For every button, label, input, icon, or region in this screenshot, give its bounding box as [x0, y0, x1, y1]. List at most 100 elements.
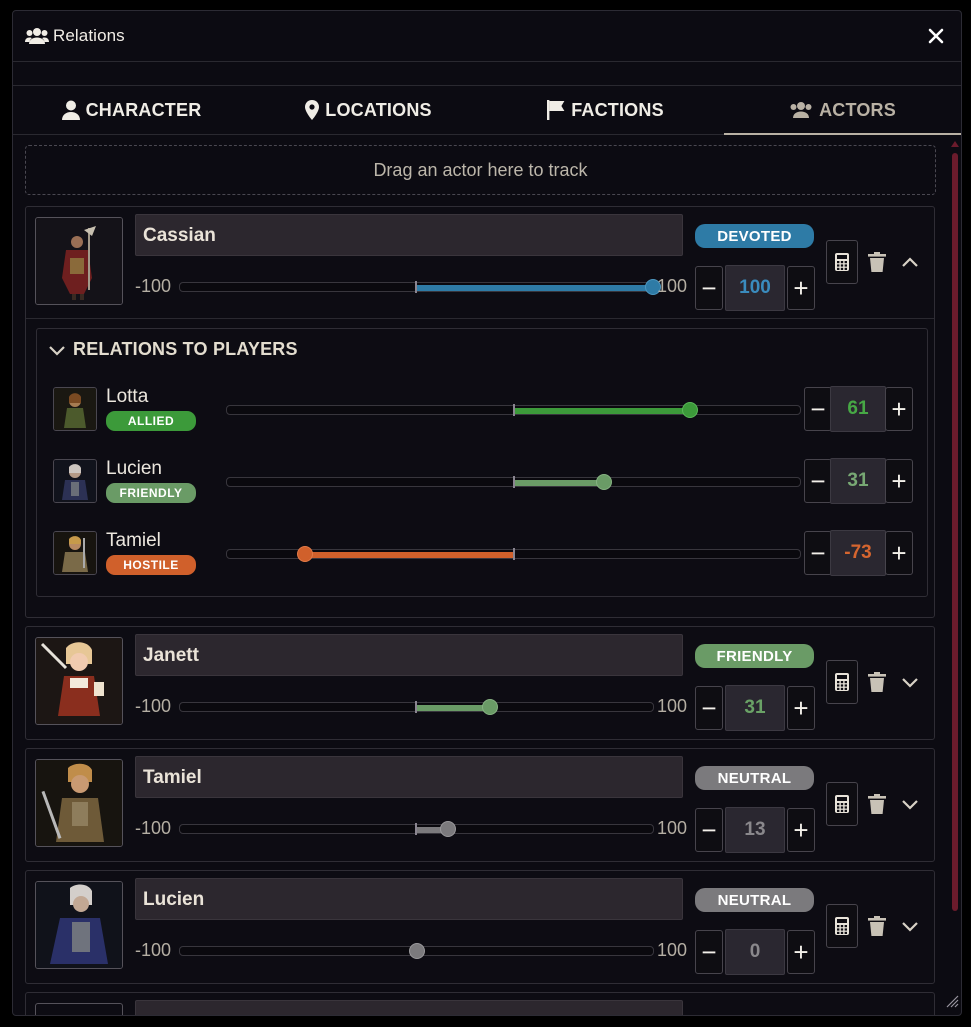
decrement-button[interactable]: − [695, 930, 723, 974]
slider-center-tick [513, 476, 515, 488]
actor-portrait[interactable] [35, 637, 123, 725]
actor-name-field[interactable]: Janett [135, 634, 683, 676]
decrement-button[interactable]: − [695, 266, 723, 310]
trash-icon[interactable] [866, 915, 888, 937]
range-max-label: 100 [657, 696, 688, 716]
decrement-button[interactable]: − [695, 686, 723, 730]
decrement-button[interactable]: − [804, 531, 832, 575]
player-relation-row: Lotta ALLIED − 61 + [53, 384, 913, 436]
relation-slider[interactable] [179, 279, 661, 295]
chevron-up-icon[interactable] [898, 251, 922, 273]
player-portrait[interactable] [53, 531, 97, 575]
actor-card-lucien: Lucien NEUTRAL -100 100 − 0 + [25, 870, 935, 984]
slider-handle[interactable] [440, 821, 456, 837]
increment-button[interactable]: + [885, 531, 913, 575]
actor-name-field[interactable]: Lucien [135, 878, 683, 920]
slider-fill [304, 552, 514, 558]
player-name: Tamiel [106, 530, 161, 551]
player-name: Lotta [106, 386, 149, 407]
slider-fill [514, 480, 603, 486]
player-status-badge: HOSTILE [106, 555, 196, 575]
chevron-down-icon[interactable] [898, 671, 922, 693]
increment-button[interactable]: + [787, 266, 815, 310]
chevron-down-icon[interactable] [898, 793, 922, 815]
tab-locations[interactable]: LOCATIONS [250, 86, 487, 134]
increment-button[interactable]: + [787, 930, 815, 974]
relation-slider[interactable] [179, 821, 654, 837]
status-badge: NEUTRAL [695, 888, 814, 912]
relation-value-input[interactable]: 0 [725, 929, 785, 975]
scroll-up-arrow-icon[interactable] [951, 141, 959, 147]
calculator-icon[interactable] [826, 660, 858, 704]
trash-icon[interactable] [866, 251, 888, 273]
actor-card-tamiel: Tamiel NEUTRAL -100 100 − 13 + [25, 748, 935, 862]
range-min-label: -100 [135, 696, 172, 716]
actor-drop-zone[interactable]: Drag an actor here to track [25, 145, 936, 195]
player-portrait[interactable] [53, 387, 97, 431]
trash-icon[interactable] [866, 793, 888, 815]
player-relation-slider[interactable] [226, 402, 801, 418]
tab-actors[interactable]: ACTORS [724, 86, 961, 135]
relation-slider[interactable] [179, 699, 654, 715]
tab-factions-label: FACTIONS [571, 99, 664, 120]
increment-button[interactable]: + [787, 808, 815, 852]
actor-name-field[interactable] [135, 1000, 683, 1015]
actor-card-cassian: Cassian DEVOTED -100 100 − 100 + RELATIO… [25, 206, 935, 618]
relations-section-title: RELATIONS TO PLAYERS [73, 339, 298, 359]
relation-value-input[interactable]: 13 [725, 807, 785, 853]
slider-center-tick [415, 701, 417, 713]
actor-portrait[interactable] [35, 881, 123, 969]
player-relation-row: Lucien FRIENDLY − 31 + [53, 456, 913, 508]
calculator-icon[interactable] [826, 240, 858, 284]
scrollbar-thumb[interactable] [952, 153, 958, 911]
increment-button[interactable]: + [885, 387, 913, 431]
slider-handle[interactable] [482, 699, 498, 715]
trash-icon[interactable] [866, 671, 888, 693]
player-relation-value[interactable]: 61 [830, 386, 886, 432]
player-relation-row: Tamiel HOSTILE − -73 + [53, 528, 913, 580]
actor-name-field[interactable]: Tamiel [135, 756, 683, 798]
range-min-label: -100 [135, 818, 172, 838]
tab-character[interactable]: CHARACTER [13, 86, 250, 134]
player-relation-value[interactable]: -73 [830, 530, 886, 576]
actor-portrait[interactable] [35, 1003, 123, 1015]
decrement-button[interactable]: − [695, 808, 723, 852]
tab-factions[interactable]: FACTIONS [487, 86, 724, 134]
slider-handle[interactable] [409, 943, 425, 959]
increment-button[interactable]: + [885, 459, 913, 503]
slider-handle[interactable] [682, 402, 698, 418]
player-relation-slider[interactable] [226, 546, 801, 562]
status-badge: FRIENDLY [695, 644, 814, 668]
actor-portrait[interactable] [35, 217, 123, 305]
status-badge: NEUTRAL [695, 766, 814, 790]
slider-handle[interactable] [596, 474, 612, 490]
status-badge: DEVOTED [695, 224, 814, 248]
title-bar[interactable]: Relations [13, 11, 961, 62]
calculator-icon[interactable] [826, 904, 858, 948]
relation-slider[interactable] [179, 943, 654, 959]
relations-section-header[interactable]: RELATIONS TO PLAYERS [47, 339, 298, 360]
increment-button[interactable]: + [787, 686, 815, 730]
calculator-icon[interactable] [826, 782, 858, 826]
chevron-down-icon[interactable] [898, 915, 922, 937]
slider-fill [416, 705, 489, 711]
slider-center-tick [415, 281, 417, 293]
player-relation-value[interactable]: 31 [830, 458, 886, 504]
relation-value-input[interactable]: 31 [725, 685, 785, 731]
close-icon[interactable] [925, 25, 947, 47]
scrollbar[interactable] [951, 141, 959, 1011]
decrement-button[interactable]: − [804, 459, 832, 503]
player-relation-slider[interactable] [226, 474, 801, 490]
relations-window: Relations CHARACTER LOCATIONS FACTIONS A… [12, 10, 962, 1016]
decrement-button[interactable]: − [804, 387, 832, 431]
slider-handle[interactable] [297, 546, 313, 562]
player-portrait[interactable] [53, 459, 97, 503]
resize-handle-icon[interactable] [945, 994, 959, 1013]
actor-portrait[interactable] [35, 759, 123, 847]
user-icon [61, 100, 80, 120]
slider-center-tick [415, 823, 417, 835]
tab-bar: CHARACTER LOCATIONS FACTIONS ACTORS [13, 85, 961, 135]
relation-value-input[interactable]: 100 [725, 265, 785, 311]
player-status-badge: ALLIED [106, 411, 196, 431]
actor-name-field[interactable]: Cassian [135, 214, 683, 256]
